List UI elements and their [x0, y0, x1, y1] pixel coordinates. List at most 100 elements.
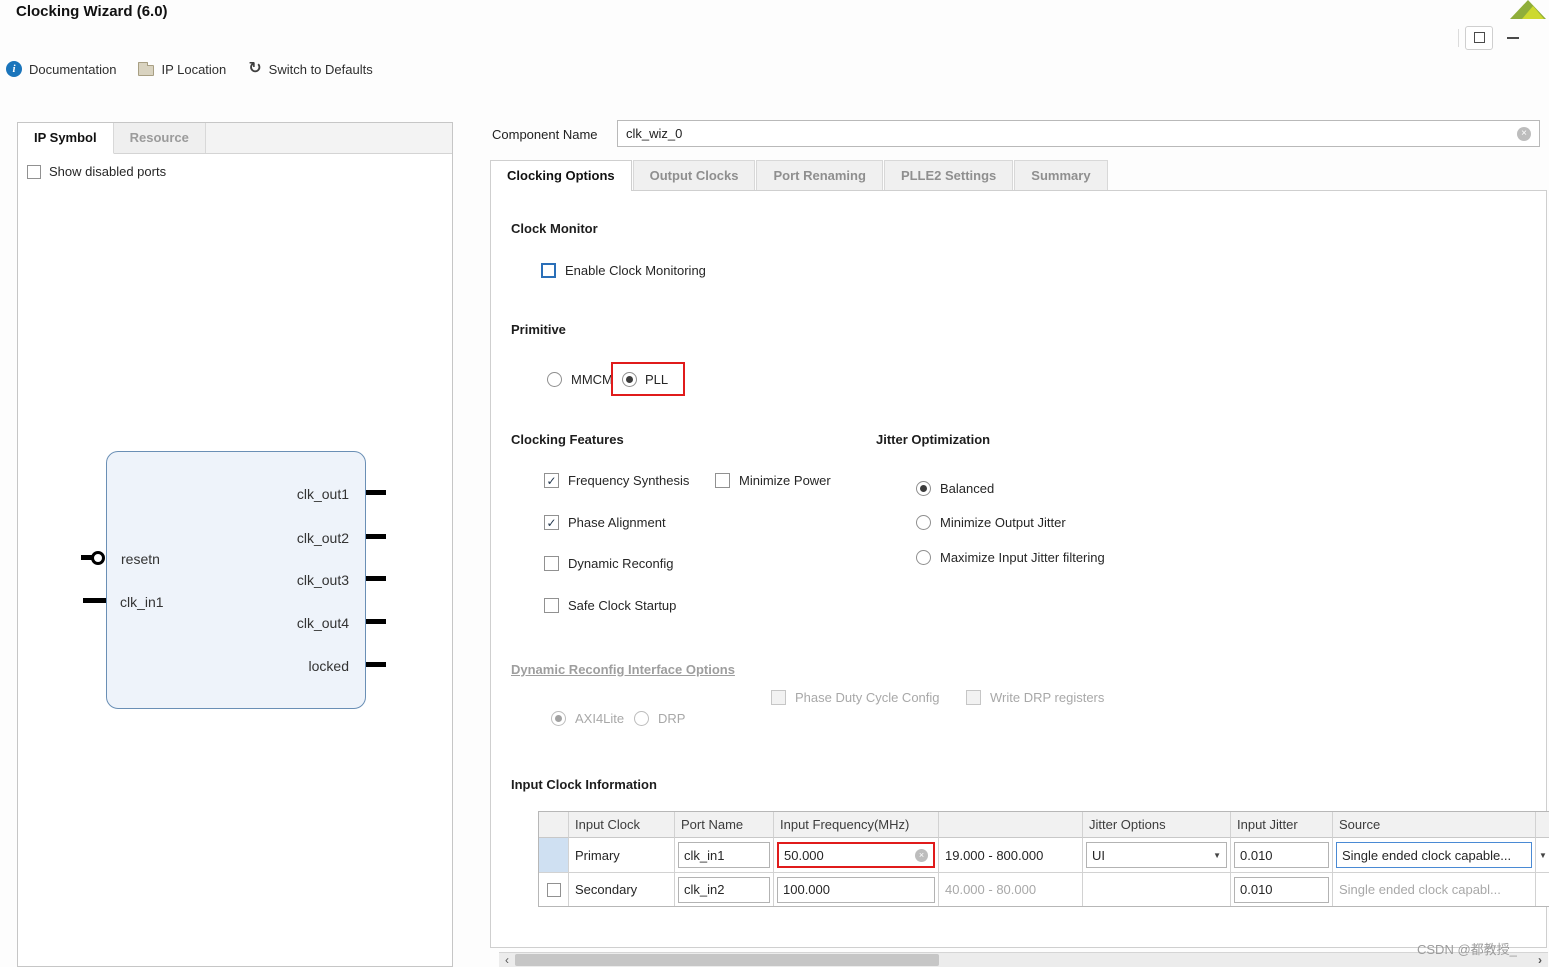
pll-radio[interactable]: [622, 371, 637, 387]
phase-alignment-row: Phase Alignment: [544, 515, 666, 530]
mmcm-radio[interactable]: [547, 372, 562, 387]
tab-clocking-options[interactable]: Clocking Options: [490, 160, 632, 191]
primitive-title: Primitive: [511, 322, 566, 337]
primary-frequency-cell: 50.000 ×: [774, 838, 939, 872]
input-clock-table: Input Clock Port Name Input Frequency(MH…: [538, 811, 1549, 907]
header-jitter-options: Jitter Options: [1083, 812, 1231, 838]
resetn-active-low-icon: [91, 551, 105, 565]
float-window-icon: [1473, 32, 1485, 43]
maximize-input-jitter-row: Maximize Input Jitter filtering: [916, 550, 1105, 565]
ip-symbol-block: resetn clk_in1 clk_out1 clk_out2 clk_out…: [106, 451, 366, 709]
tab-port-renaming[interactable]: Port Renaming: [756, 160, 883, 190]
header-spacer: [1536, 812, 1549, 838]
clock-monitor-title: Clock Monitor: [511, 221, 598, 236]
balanced-row: Balanced: [916, 481, 994, 496]
primary-jitter-options-dropdown[interactable]: UI ▼: [1086, 842, 1227, 868]
documentation-button[interactable]: i Documentation: [6, 61, 116, 77]
minimize-icon: [1507, 36, 1519, 39]
secondary-input-jitter-cell: 0.010: [1231, 872, 1333, 906]
scrollbar-thumb[interactable]: [515, 954, 939, 966]
secondary-frequency-cell: 100.000: [774, 872, 939, 906]
primary-jitter-options-cell: UI ▼: [1083, 838, 1231, 872]
phase-alignment-checkbox[interactable]: [544, 515, 559, 530]
config-tabbar: Clocking Options Output Clocks Port Rena…: [490, 160, 1109, 191]
window-controls-separator: [1458, 28, 1459, 47]
secondary-enable-checkbox[interactable]: [546, 882, 561, 897]
primary-source-dropdown[interactable]: Single ended clock capable...: [1336, 842, 1532, 868]
watermark: CSDN @都教授_: [1417, 942, 1517, 957]
enable-clock-monitoring-checkbox[interactable]: [541, 263, 556, 278]
primary-input-jitter-value: 0.010: [1240, 847, 1273, 863]
tab-output-clocks[interactable]: Output Clocks: [632, 160, 756, 190]
clocking-options-panel: Clock Monitor Enable Clock Monitoring Pr…: [490, 190, 1549, 948]
balanced-radio[interactable]: [916, 481, 931, 496]
dynamic-reconfig-label: Dynamic Reconfig: [568, 556, 674, 571]
clk-out1-pin: [366, 490, 386, 495]
ip-location-button[interactable]: IP Location: [138, 62, 226, 77]
window-controls: [1458, 24, 1548, 51]
frequency-synthesis-label: Frequency Synthesis: [568, 473, 690, 488]
minimize-output-jitter-radio[interactable]: [916, 515, 931, 530]
primary-frequency-range-cell: 19.000 - 800.000: [939, 838, 1083, 872]
tab-resource[interactable]: Resource: [113, 123, 206, 153]
safe-clock-startup-label: Safe Clock Startup: [568, 598, 677, 613]
primary-input-jitter-cell: 0.010: [1231, 838, 1333, 872]
frequency-synthesis-checkbox[interactable]: [544, 473, 559, 488]
secondary-jitter-options-cell: [1083, 872, 1231, 906]
write-drp-registers-checkbox[interactable]: [966, 690, 981, 705]
drp-radio[interactable]: [634, 711, 649, 726]
secondary-frequency-value: 100.000: [783, 882, 830, 897]
minimize-power-checkbox[interactable]: [715, 473, 730, 488]
secondary-port-name-input[interactable]: clk_in2: [678, 876, 770, 903]
show-disabled-ports-row: Show disabled ports: [27, 164, 166, 179]
port-clk-out2: clk_out2: [296, 530, 349, 546]
minimize-power-row: Minimize Power: [715, 473, 831, 488]
phase-duty-cycle-config-checkbox[interactable]: [771, 690, 786, 705]
switch-to-defaults-button[interactable]: ↻ Switch to Defaults: [248, 61, 372, 77]
safe-clock-startup-checkbox[interactable]: [544, 598, 559, 613]
horizontal-scrollbar[interactable]: ‹ ›: [499, 952, 1548, 967]
primary-frequency-value: 50.000: [784, 847, 824, 863]
tab-summary[interactable]: Summary: [1014, 160, 1108, 190]
axi4lite-radio[interactable]: [551, 711, 566, 726]
primary-source-caret-button[interactable]: ▼: [1536, 838, 1549, 872]
minimize-window-button[interactable]: [1499, 26, 1527, 50]
secondary-port-name-value: clk_in2: [684, 882, 725, 897]
scroll-right-arrow-icon[interactable]: ›: [1532, 953, 1548, 967]
clear-component-name-icon[interactable]: ×: [1517, 126, 1531, 141]
table-row-secondary: Secondary clk_in2 100.000 40.000 - 80.00…: [539, 872, 1549, 906]
tab-ip-symbol[interactable]: IP Symbol: [18, 123, 114, 154]
secondary-port-name-cell: clk_in2: [675, 872, 774, 906]
primary-input-jitter-input[interactable]: 0.010: [1234, 842, 1329, 868]
clear-frequency-icon[interactable]: ×: [915, 848, 928, 862]
primary-source-cell: Single ended clock capable...: [1333, 838, 1536, 872]
show-disabled-ports-label: Show disabled ports: [49, 164, 167, 179]
frequency-synthesis-row: Frequency Synthesis: [544, 473, 689, 488]
port-clk-in1: clk_in1: [120, 594, 164, 610]
primary-port-name-input[interactable]: clk_in1: [678, 842, 770, 868]
dynamic-reconfig-checkbox[interactable]: [544, 556, 559, 571]
secondary-input-frequency-input[interactable]: 100.000: [777, 876, 935, 903]
primary-frequency-range: 19.000 - 800.000: [945, 847, 1044, 863]
secondary-source-cell: Single ended clock capabl...: [1333, 872, 1536, 906]
port-clk-out1: clk_out1: [296, 486, 349, 502]
ip-location-label: IP Location: [161, 61, 227, 77]
primary-row-selector[interactable]: [539, 838, 569, 872]
component-name-input[interactable]: [626, 126, 1517, 141]
clocking-wizard-window: Clocking Wizard (6.0) i Documentation IP…: [0, 0, 1549, 967]
vivado-logo-accent-icon: [1522, 6, 1544, 19]
mmcm-label: MMCM: [571, 372, 613, 387]
scroll-left-arrow-icon[interactable]: ‹: [499, 953, 515, 967]
write-drp-registers-row: Write DRP registers: [966, 690, 1104, 705]
input-clock-information-title: Input Clock Information: [511, 777, 657, 792]
primary-input-clock-label: Primary: [575, 847, 620, 863]
tab-plle2-settings[interactable]: PLLE2 Settings: [883, 160, 1014, 190]
show-disabled-ports-checkbox[interactable]: [27, 164, 41, 179]
secondary-input-jitter-input[interactable]: 0.010: [1234, 876, 1329, 903]
clk-out2-pin: [366, 534, 386, 539]
refresh-icon: ↻: [248, 60, 262, 77]
maximize-input-jitter-radio[interactable]: [916, 550, 931, 565]
float-window-button[interactable]: [1465, 25, 1493, 50]
primary-input-frequency-input[interactable]: 50.000 ×: [777, 842, 935, 868]
primary-input-clock-cell: Primary: [569, 838, 675, 872]
